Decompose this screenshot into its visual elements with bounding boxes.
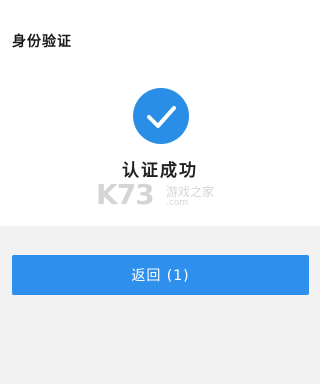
back-button[interactable]: 返回 (1) [12, 255, 309, 295]
footer-area [0, 226, 320, 384]
watermark-logo-text: K73 [96, 178, 155, 211]
watermark-logo: K73 游戏之家 .com [96, 178, 236, 212]
verification-page: 身份验证 认证成功 K73 游戏之家 .com 返回 (1) [0, 0, 320, 384]
watermark-line2: .com [166, 198, 189, 208]
check-circle-icon [133, 88, 189, 144]
page-title: 身份验证 [12, 34, 72, 50]
